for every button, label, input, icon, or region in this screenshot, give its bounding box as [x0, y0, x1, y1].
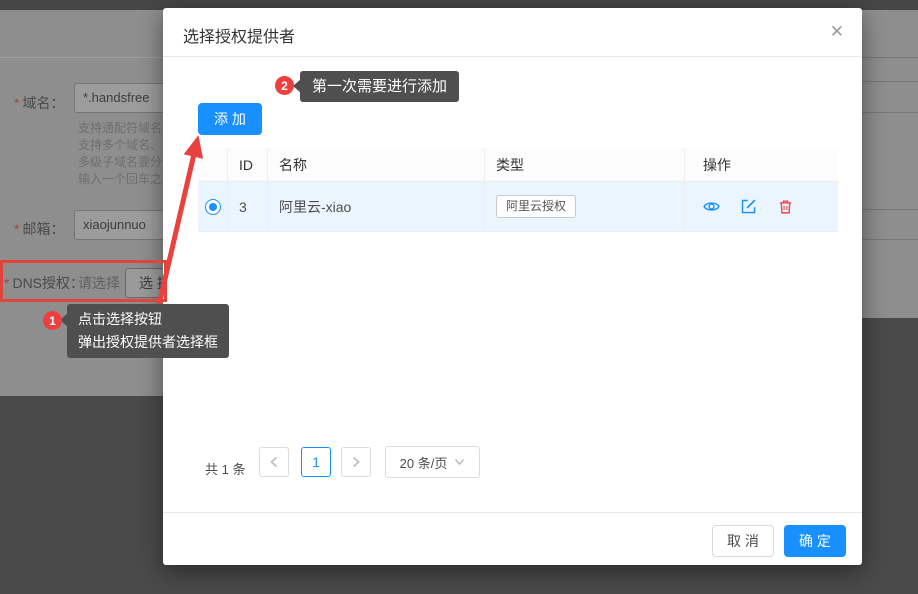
dialog-title: 选择授权提供者 — [183, 23, 295, 47]
page-number-button[interactable]: 1 — [301, 447, 331, 477]
radio-column-header — [198, 148, 228, 181]
dns-row-highlight-box — [0, 260, 167, 302]
provider-table: ID 名称 类型 操作 3 阿里云-xiao 阿里云授权 — [198, 148, 838, 232]
row-name: 阿里云-xiao — [268, 182, 485, 231]
screen: *域名： *.handsfree 支持通配符域名 支持多个域名、 多级子域名要分… — [0, 0, 918, 594]
chevron-right-icon — [351, 456, 361, 468]
email-field-label: *邮箱： — [14, 219, 64, 239]
add-button[interactable]: 添 加 — [198, 103, 262, 135]
step-1-tooltip: 点击选择按钮 弹出授权提供者选择框 — [67, 304, 229, 358]
table-row[interactable]: 3 阿里云-xiao 阿里云授权 — [198, 182, 838, 232]
step-2-badge: 2 — [275, 76, 294, 95]
delete-icon[interactable] — [777, 198, 794, 215]
edit-icon[interactable] — [740, 198, 757, 215]
select-provider-dialog: 选择授权提供者 ✕ 添 加 ID 名称 类型 操作 3 阿里云-xiao — [163, 8, 862, 565]
page-size-value: 20 条/页 — [400, 453, 448, 472]
row-type-tag: 阿里云授权 — [496, 195, 576, 218]
view-icon[interactable] — [703, 198, 720, 215]
name-column-header: 名称 — [268, 148, 485, 181]
pagination-total: 共 1 条 — [205, 455, 245, 485]
id-column-header: ID — [228, 148, 268, 181]
type-column-header: 类型 — [485, 148, 685, 181]
prev-page-button[interactable] — [259, 447, 289, 477]
dialog-header: 选择授权提供者 ✕ — [163, 8, 862, 57]
chevron-down-icon — [454, 458, 465, 466]
background-right-strip — [862, 10, 918, 318]
domain-field-label: *域名： — [14, 93, 64, 113]
row-radio-selected[interactable] — [205, 199, 221, 215]
operation-column-header: 操作 — [685, 148, 838, 181]
step-1-badge: 1 — [43, 311, 62, 330]
cancel-button[interactable]: 取 消 — [712, 525, 774, 557]
dialog-footer: 取 消 确 定 — [163, 512, 862, 565]
table-header-row: ID 名称 类型 操作 — [198, 148, 838, 182]
row-id: 3 — [228, 182, 268, 231]
chevron-left-icon — [269, 456, 279, 468]
page-size-select[interactable]: 20 条/页 — [385, 446, 480, 478]
confirm-button[interactable]: 确 定 — [784, 525, 846, 557]
next-page-button[interactable] — [341, 447, 371, 477]
step-2-tooltip: 第一次需要进行添加 — [300, 71, 459, 102]
close-icon[interactable]: ✕ — [830, 22, 844, 42]
